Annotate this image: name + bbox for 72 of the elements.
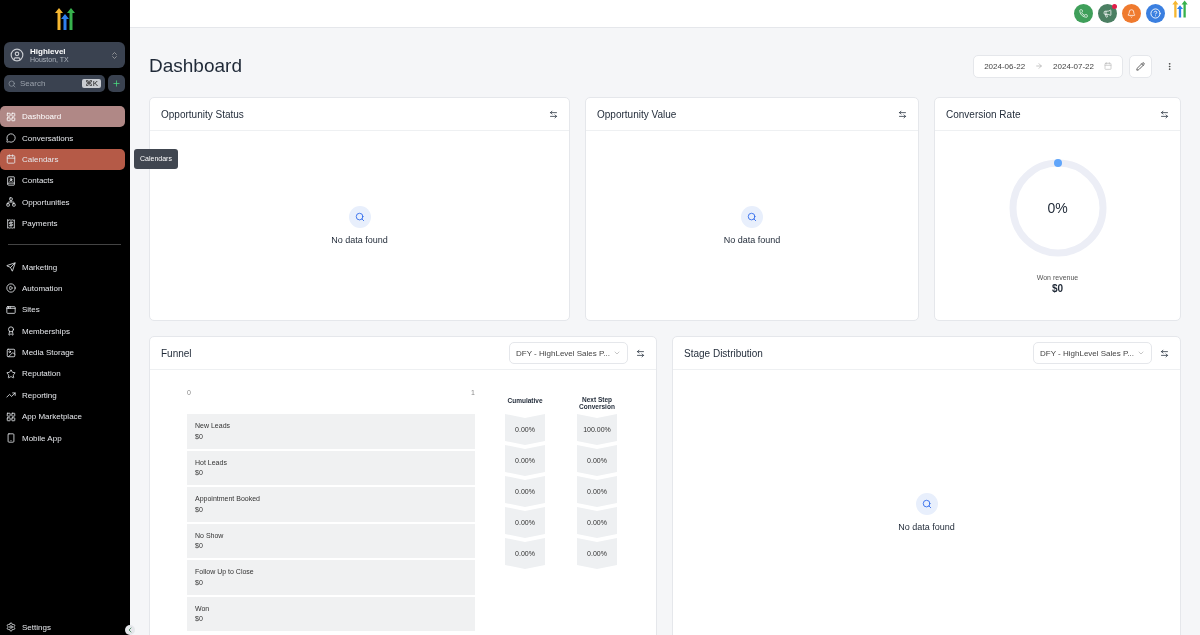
contact-book-icon (6, 175, 16, 186)
arrow-icon (1035, 62, 1044, 70)
plus-icon (112, 79, 121, 88)
network-icon (6, 197, 16, 208)
help-icon[interactable] (1146, 4, 1165, 23)
phone-icon (6, 433, 16, 444)
sidebar-item[interactable]: Mobile App (0, 427, 125, 449)
chevron-left-icon (126, 626, 134, 634)
card-title: Opportunity Status (161, 108, 245, 120)
sidebar-item[interactable]: Conversations (0, 127, 125, 149)
page-title: Dashboard (149, 55, 243, 77)
account-name: Highlevel (30, 47, 67, 56)
chevron-down-icon (1137, 349, 1145, 357)
sidebar-item[interactable]: Sites (0, 299, 125, 321)
swap-icon[interactable] (636, 348, 645, 358)
swap-icon[interactable] (1160, 348, 1169, 358)
grid-icon (6, 411, 16, 422)
megaphone-icon[interactable] (1098, 4, 1117, 23)
sidebar-item[interactable]: Payments (0, 212, 125, 235)
browser-window-icon (6, 304, 16, 315)
search-icon (348, 206, 371, 228)
sidebar-item[interactable]: Memberships (0, 320, 125, 342)
pipeline-select[interactable]: DFY - HighLevel Sales P... (1033, 342, 1152, 364)
empty-message: No data found (331, 235, 388, 245)
card-title: Opportunity Value (597, 108, 678, 120)
chevrons-icon (110, 50, 119, 60)
sidebar-item[interactable]: Contacts (0, 170, 125, 192)
swap-icon[interactable] (1160, 109, 1169, 119)
empty-message: No data found (723, 235, 781, 245)
play-circle-icon (6, 283, 16, 294)
calendar-icon (6, 154, 16, 165)
pencil-icon (1136, 61, 1145, 71)
add-button[interactable] (108, 75, 125, 92)
chat-bubble-icon (6, 133, 16, 144)
sidebar-item[interactable]: App Marketplace (0, 406, 125, 428)
trend-line-icon (6, 390, 16, 401)
search-field[interactable]: Search ⌘K (4, 75, 105, 92)
image-icon (6, 347, 16, 358)
shortcut-key: ⌘K (81, 79, 101, 88)
calendar-icon (1104, 62, 1112, 70)
revenue-amount: $0 (1051, 282, 1064, 294)
sidebar-item[interactable]: Opportunities (0, 191, 125, 213)
date-range-picker[interactable]: 2024-06-22 2024-07-22 (973, 54, 1123, 78)
grid-icon (6, 111, 16, 122)
sidebar-item[interactable]: Media Storage (0, 341, 125, 364)
pipeline-select[interactable]: DFY - HighLevel Sales P... (509, 342, 628, 364)
more-icon (1165, 61, 1174, 71)
sidebar-item[interactable]: Reputation (0, 363, 125, 385)
sidebar-item[interactable]: Settings (4, 622, 125, 635)
phone-icon[interactable] (1074, 4, 1093, 23)
receipt-icon (6, 218, 16, 229)
sidebar-item[interactable]: Marketing (0, 256, 125, 278)
empty-message: No data found (898, 522, 955, 532)
card-title: Funnel (161, 347, 193, 359)
search-icon (915, 493, 938, 515)
swap-icon[interactable] (549, 109, 558, 119)
search-icon (8, 79, 16, 88)
settings-icon (6, 622, 16, 632)
logo-icon (1170, 0, 1190, 19)
search-icon (741, 206, 763, 228)
rate-value: 0% (1047, 199, 1068, 216)
card-title: Conversion Rate (946, 108, 1022, 120)
bell-icon[interactable] (1122, 4, 1141, 23)
star-icon (6, 369, 16, 379)
sidebar-item[interactable]: Reporting (0, 384, 125, 407)
card-title: Stage Distribution (684, 347, 764, 359)
paper-plane-icon (6, 262, 16, 273)
award-icon (6, 326, 16, 337)
collapse-button[interactable] (125, 625, 135, 635)
swap-icon[interactable] (898, 109, 907, 119)
chevron-down-icon (613, 349, 621, 357)
sidebar-item[interactable]: Automation (0, 277, 125, 300)
